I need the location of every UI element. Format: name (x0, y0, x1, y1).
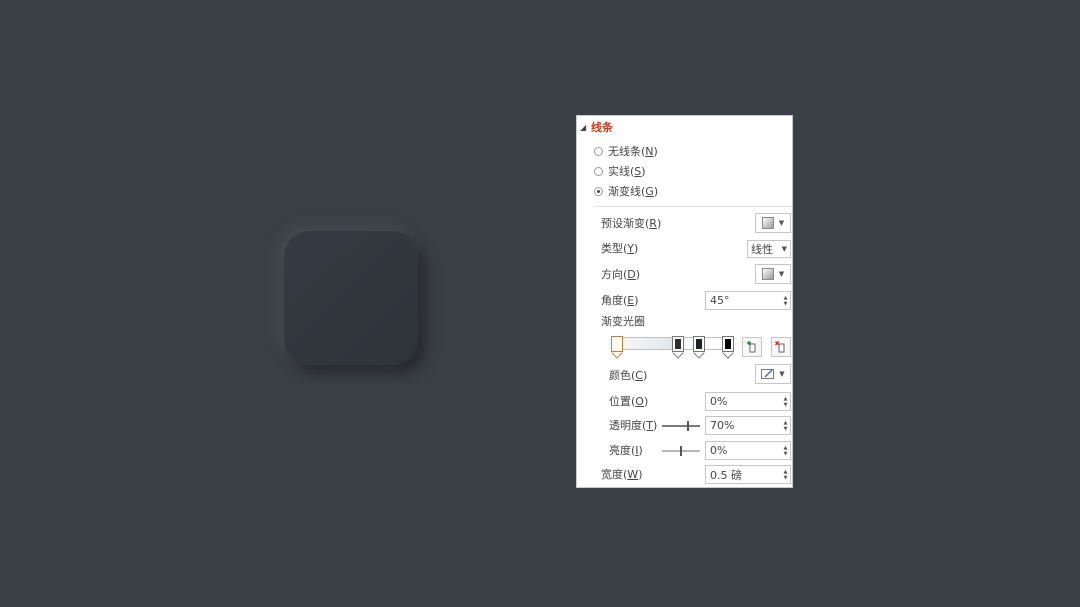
brightness-slider[interactable] (662, 446, 700, 456)
add-stop-icon (747, 341, 756, 353)
gradient-stops-label: 渐变光圈 (601, 315, 645, 328)
preset-gradient-dropdown[interactable]: ▼ (755, 213, 791, 233)
radio-label: 渐变线(G) (608, 185, 659, 198)
angle-spinner[interactable]: 45° ▲ ▼ (705, 291, 791, 310)
divider (594, 206, 792, 207)
gradient-swatch-icon (761, 217, 774, 229)
format-shape-pane: ◢ 线条 无线条(N) 实线(S) 渐变线(G) 预设渐变(R) ▼ 类型(Y)… (576, 115, 793, 488)
remove-gradient-stop-button[interactable] (771, 337, 791, 357)
spin-arrows-icon[interactable]: ▲ ▼ (781, 396, 790, 408)
type-label: 类型(Y) (601, 242, 639, 255)
transparency-slider[interactable] (662, 421, 700, 431)
rounded-square-shape[interactable] (284, 231, 418, 365)
chevron-down-icon: ▼ (781, 245, 787, 253)
spin-arrows-icon[interactable]: ▲ ▼ (781, 295, 790, 307)
type-value: 线性 (751, 243, 773, 256)
radio-no-line[interactable]: 无线条(N) (594, 143, 658, 159)
transparency-label: 透明度(T) (609, 419, 658, 432)
type-select[interactable]: 线性 ▼ (747, 240, 791, 258)
width-value[interactable]: 0.5 磅 (706, 467, 781, 483)
transparency-spinner[interactable]: 70% ▲ ▼ (705, 416, 791, 435)
spin-arrows-icon[interactable]: ▲ ▼ (781, 469, 790, 481)
brightness-value[interactable]: 0% (706, 444, 781, 457)
section-title: 线条 (591, 121, 613, 134)
direction-label: 方向(D) (601, 268, 641, 281)
slider-thumb[interactable] (680, 446, 682, 456)
radio-gradient-line[interactable]: 渐变线(G) (594, 183, 658, 199)
color-dropdown[interactable]: ▼ (755, 364, 791, 384)
collapse-triangle-icon[interactable]: ◢ (580, 123, 591, 132)
slider-thumb[interactable] (687, 421, 689, 431)
add-gradient-stop-button[interactable] (742, 337, 762, 357)
transparency-value[interactable]: 70% (706, 419, 781, 432)
remove-stop-icon (775, 341, 785, 353)
position-spinner[interactable]: 0% ▲ ▼ (705, 392, 791, 411)
width-spinner[interactable]: 0.5 磅 ▲ ▼ (705, 465, 791, 484)
angle-value[interactable]: 45° (706, 294, 781, 307)
radio-button[interactable] (594, 186, 603, 196)
pen-color-icon (761, 369, 775, 379)
brightness-label: 亮度(I) (609, 444, 643, 457)
chevron-down-icon: ▼ (779, 370, 785, 378)
gradient-stop-4[interactable] (722, 336, 734, 359)
gradient-swatch-icon (761, 268, 774, 280)
preset-gradient-label: 预设渐变(R) (601, 217, 662, 230)
radio-label: 实线(S) (608, 165, 646, 178)
spin-arrows-icon[interactable]: ▲ ▼ (781, 420, 790, 432)
angle-label: 角度(E) (601, 294, 639, 307)
slide-canvas (0, 0, 1080, 607)
radio-button[interactable] (594, 146, 603, 156)
radio-button[interactable] (594, 166, 603, 176)
brightness-spinner[interactable]: 0% ▲ ▼ (705, 441, 791, 460)
gradient-stop-3[interactable] (693, 336, 705, 359)
direction-dropdown[interactable]: ▼ (755, 264, 791, 284)
spin-arrows-icon[interactable]: ▲ ▼ (781, 445, 790, 457)
width-label: 宽度(W) (601, 468, 643, 481)
gradient-stop-2[interactable] (672, 336, 684, 359)
radio-label: 无线条(N) (608, 145, 658, 158)
position-value[interactable]: 0% (706, 395, 781, 408)
gradient-stop-1[interactable] (611, 336, 623, 359)
radio-solid-line[interactable]: 实线(S) (594, 163, 646, 179)
position-label: 位置(O) (609, 395, 649, 408)
chevron-down-icon: ▼ (778, 219, 785, 227)
line-section-header[interactable]: ◢ 线条 (580, 119, 613, 135)
chevron-down-icon: ▼ (778, 270, 785, 278)
color-label: 颜色(C) (609, 369, 648, 382)
